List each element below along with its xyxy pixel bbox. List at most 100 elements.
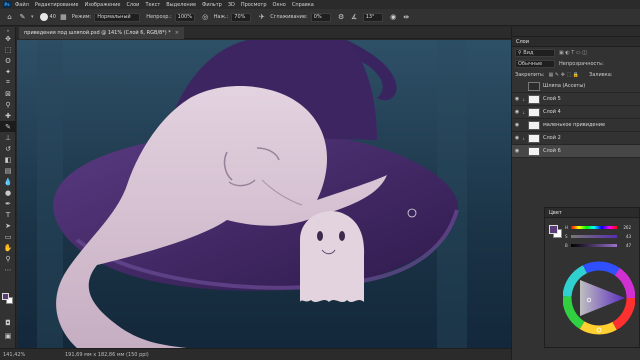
crop-tool-icon[interactable]: ⌗ bbox=[0, 77, 16, 88]
menu-window[interactable]: Окно bbox=[273, 2, 286, 8]
foreground-color-swatch[interactable] bbox=[2, 293, 9, 300]
menu-file[interactable]: Файл bbox=[15, 2, 29, 8]
hand-tool-icon[interactable]: ✋ bbox=[0, 242, 16, 253]
small-ghost-eye-right bbox=[339, 231, 345, 241]
menu-layers[interactable]: Слои bbox=[126, 2, 139, 8]
eye-icon[interactable]: ◉ bbox=[512, 96, 522, 102]
pen-tool-icon[interactable]: ✒ bbox=[0, 198, 16, 209]
document-tab-bar: приведения под шляпой.psd @ 141% (Слой 6… bbox=[17, 27, 511, 39]
clone-stamp-tool-icon[interactable]: ⊥ bbox=[0, 132, 16, 143]
screen-mode-icon[interactable]: ▣ bbox=[0, 330, 16, 341]
quick-mask-icon[interactable]: ◘ bbox=[0, 317, 16, 328]
angle-icon[interactable]: ∡ bbox=[350, 13, 359, 22]
layers-panel-tab[interactable]: Слои bbox=[512, 37, 640, 47]
hue-slider[interactable] bbox=[571, 225, 617, 229]
symmetry-icon[interactable]: ⇹ bbox=[402, 13, 411, 22]
menu-type[interactable]: Текст bbox=[145, 2, 160, 8]
eye-icon[interactable]: ◉ bbox=[512, 122, 522, 128]
smoothing-options-icon[interactable]: ⚙ bbox=[337, 13, 346, 22]
history-brush-tool-icon[interactable]: ↺ bbox=[0, 143, 16, 154]
eye-icon[interactable]: ◉ bbox=[512, 135, 522, 141]
chevron-down-icon[interactable]: ▾ bbox=[31, 14, 34, 20]
blur-tool-icon[interactable]: 💧 bbox=[0, 176, 16, 187]
brush-tool-icon[interactable]: ✎ bbox=[18, 13, 27, 22]
move-tool-icon[interactable]: ✥ bbox=[0, 33, 16, 44]
photoshop-logo-icon[interactable]: Ps bbox=[3, 1, 11, 8]
menu-3d[interactable]: 3D bbox=[228, 2, 235, 8]
dodge-tool-icon[interactable]: ● bbox=[0, 187, 16, 198]
clip-icon: ↓ bbox=[522, 109, 526, 115]
eyedropper-tool-icon[interactable]: ⚲ bbox=[0, 99, 16, 110]
close-icon[interactable]: × bbox=[175, 30, 179, 36]
zoom-level[interactable]: 141,42% bbox=[0, 352, 30, 358]
eraser-tool-icon[interactable]: ◧ bbox=[0, 154, 16, 165]
layer-name[interactable]: Слой 2 bbox=[543, 135, 561, 141]
layer-row[interactable]: ◉ маленькое привидение bbox=[512, 119, 640, 132]
layer-name[interactable]: Слой 6 bbox=[543, 148, 561, 154]
home-icon[interactable]: ⌂ bbox=[5, 13, 14, 22]
layer-row-selected[interactable]: ◉ Слой 6 bbox=[512, 145, 640, 158]
color-wheel[interactable] bbox=[563, 258, 635, 342]
layer-name[interactable]: маленькое привидение bbox=[543, 122, 605, 128]
frame-tool-icon[interactable]: ⊠ bbox=[0, 88, 16, 99]
clip-icon: ↓ bbox=[522, 96, 526, 102]
mode-select[interactable]: Нормальный bbox=[94, 12, 141, 22]
airbrush-icon[interactable]: ✈ bbox=[257, 13, 266, 22]
fill-label: Заливка: bbox=[589, 71, 613, 78]
more-tools-icon[interactable]: ⋯ bbox=[0, 264, 16, 275]
blend-mode-select[interactable]: Обычные bbox=[515, 59, 555, 68]
brightness-slider[interactable] bbox=[571, 243, 617, 247]
document-tab[interactable]: приведения под шляпой.psd @ 141% (Слой 6… bbox=[19, 27, 184, 39]
document-canvas[interactable] bbox=[17, 40, 511, 348]
document-size: 191,69 мм x 182,86 мм (150 ppi) bbox=[65, 351, 149, 358]
layer-kind-filter[interactable]: ⚲ Вид bbox=[515, 48, 555, 57]
menu-select[interactable]: Выделение bbox=[166, 2, 196, 8]
smoothing-field[interactable]: 0% bbox=[310, 12, 331, 22]
eye-icon[interactable]: ◉ bbox=[512, 148, 522, 154]
menu-view[interactable]: Просмотр bbox=[241, 2, 267, 8]
menu-help[interactable]: Справка bbox=[292, 2, 314, 8]
pressure-opacity-icon[interactable]: ◎ bbox=[201, 13, 210, 22]
path-selection-tool-icon[interactable]: ➤ bbox=[0, 220, 16, 231]
layer-row[interactable]: ◉ ↓ Слой 5 bbox=[512, 93, 640, 106]
healing-brush-tool-icon[interactable]: ✚ bbox=[0, 110, 16, 121]
flow-field[interactable]: 70% bbox=[231, 12, 252, 22]
brightness-value[interactable]: 47 bbox=[617, 243, 631, 248]
color-panel-tab[interactable]: Цвет bbox=[545, 208, 639, 218]
opacity-field[interactable]: 100% bbox=[174, 12, 195, 22]
lock-icons[interactable]: ▦ ✎ ✥ ⬚ 🔒 bbox=[549, 72, 579, 78]
layer-row[interactable]: ◉ ↓ Слой 4 bbox=[512, 106, 640, 119]
brush-tool-active-icon[interactable]: ✎ bbox=[0, 121, 16, 132]
layer-row[interactable]: Шляпа (Ассеты) bbox=[512, 80, 640, 93]
brush-settings-icon[interactable]: ▦ bbox=[59, 13, 68, 22]
brightness-slider-row: B 47 bbox=[565, 242, 637, 248]
panel-top-strip bbox=[512, 27, 640, 37]
magic-wand-tool-icon[interactable]: ✦ bbox=[0, 66, 16, 77]
menu-edit[interactable]: Редактирование bbox=[35, 2, 79, 8]
layers-panel: ⚲ Вид ▣ ◐ T ▭ ◫ Обычные Непрозрачность: … bbox=[512, 47, 640, 232]
marquee-tool-icon[interactable]: ⬚ bbox=[0, 44, 16, 55]
rectangle-tool-icon[interactable]: ▭ bbox=[0, 231, 16, 242]
mode-label: Режим: bbox=[71, 14, 92, 20]
eye-icon[interactable]: ◉ bbox=[512, 109, 522, 115]
layer-row[interactable]: ◉ ↓ Слой 2 bbox=[512, 132, 640, 145]
pressure-size-icon[interactable]: ◉ bbox=[389, 13, 398, 22]
gradient-tool-icon[interactable]: ▤ bbox=[0, 165, 16, 176]
layer-name[interactable]: Слой 4 bbox=[543, 109, 561, 115]
menu-image[interactable]: Изображение bbox=[84, 2, 120, 8]
zoom-tool-icon[interactable]: ⚲ bbox=[0, 253, 16, 264]
angle-field[interactable]: 13° bbox=[362, 12, 383, 22]
menu-filter[interactable]: Фильтр bbox=[202, 2, 222, 8]
layer-name[interactable]: Шляпа (Ассеты) bbox=[543, 83, 585, 89]
brush-preset-picker[interactable] bbox=[39, 13, 48, 21]
foreground-color-chip[interactable] bbox=[549, 225, 558, 234]
filter-icons[interactable]: ▣ ◐ T ▭ ◫ bbox=[559, 50, 587, 56]
saturation-value[interactable]: 43 bbox=[617, 234, 631, 239]
layer-name[interactable]: Слой 5 bbox=[543, 96, 561, 102]
lasso-tool-icon[interactable]: ʘ bbox=[0, 55, 16, 66]
saturation-slider[interactable] bbox=[571, 234, 617, 238]
color-swatches[interactable] bbox=[2, 293, 14, 307]
hue-value[interactable]: 262 bbox=[617, 225, 631, 230]
layer-thumbnail bbox=[528, 120, 540, 130]
type-tool-icon[interactable]: T bbox=[0, 209, 16, 220]
